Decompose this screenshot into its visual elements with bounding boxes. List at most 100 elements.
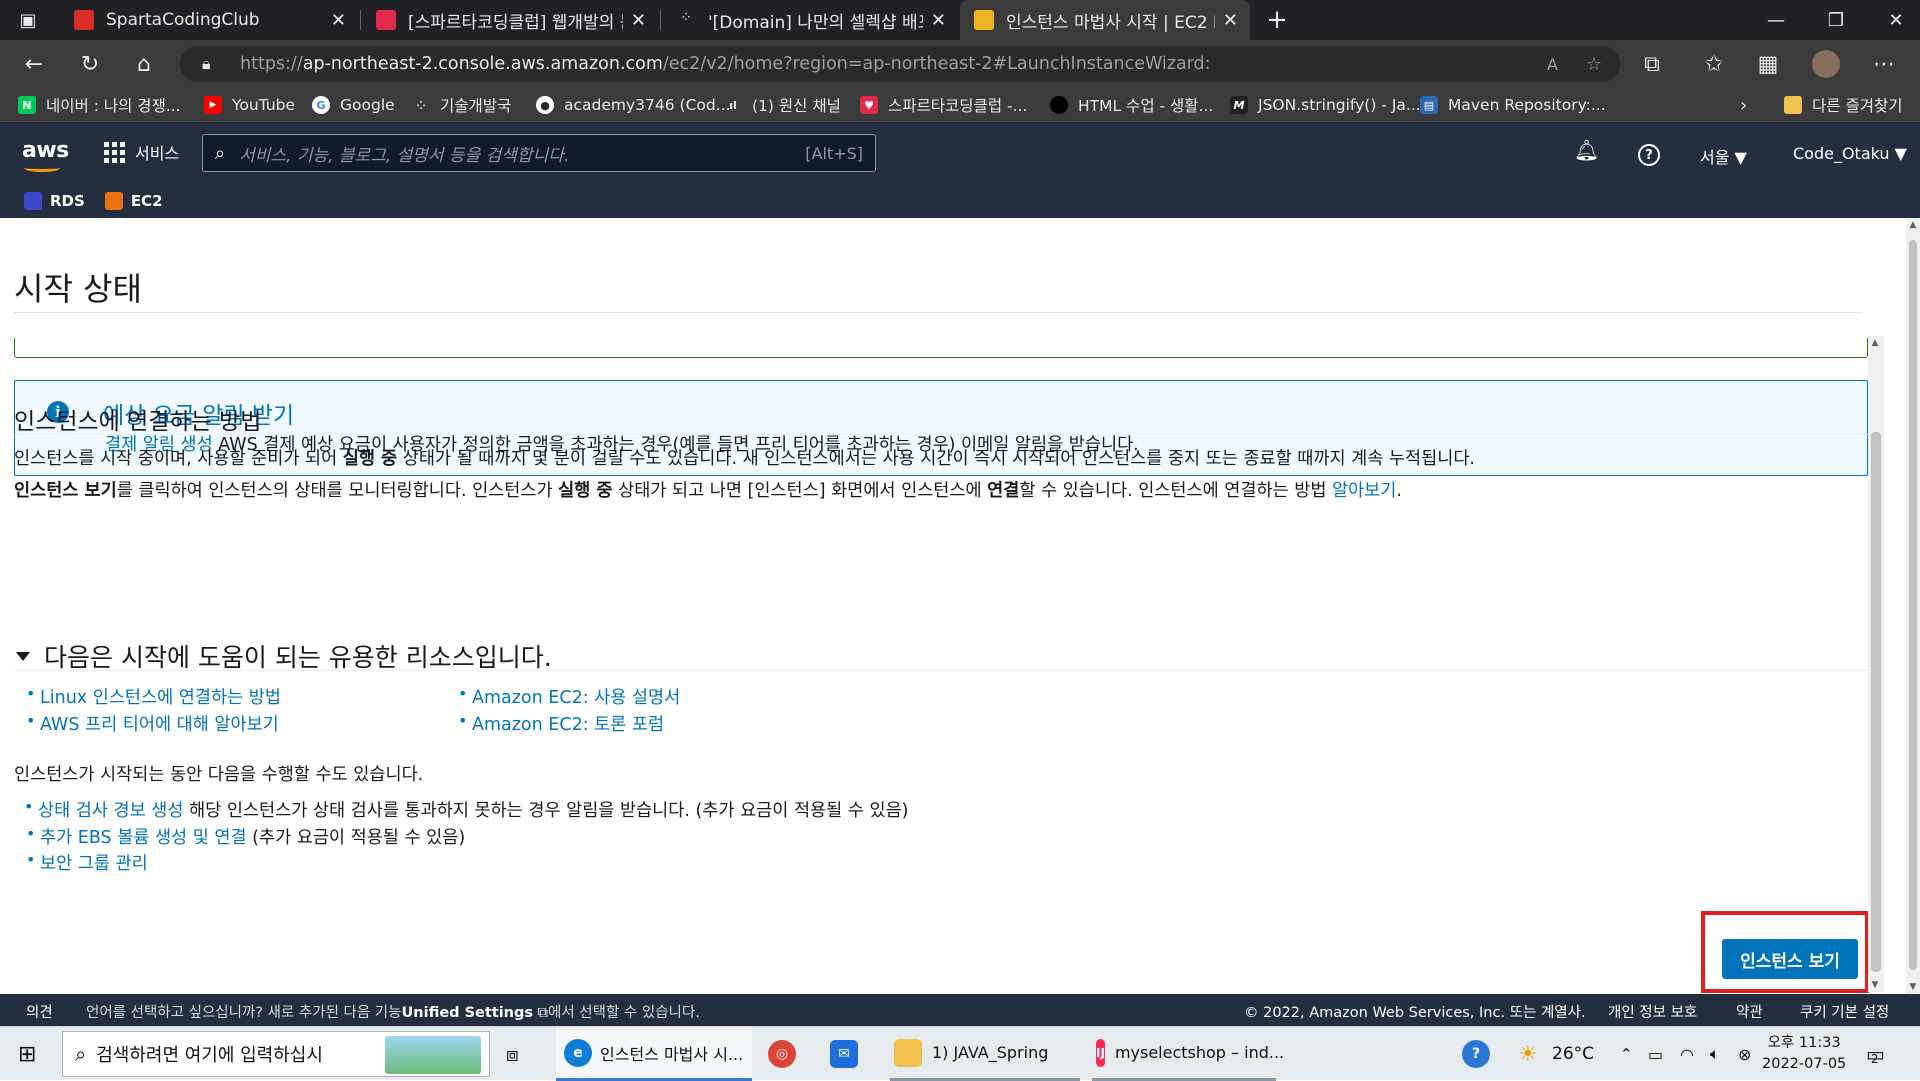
search-input[interactable]: ⌕ 서비스, 기능, 블로그, 설명서 등을 검색합니다. [Alt+S] [202,134,876,172]
favorites-bar: RDS EC2 [0,184,163,218]
panel-scrollbar[interactable]: ▲ ▼ [1868,336,1884,992]
lock-icon[interactable]: 🔒︎ [202,54,211,74]
windows-taskbar: ⊞ ⌕ 검색하려면 여기에 입력하십시 ⧈ e 인스턴스 마법사 시... ◎ … [0,1026,1920,1081]
region-selector[interactable]: 서울 ▼ [1700,144,1747,168]
folder-icon [894,1038,922,1067]
windows-start-icon[interactable]: ⊞ [18,1027,36,1081]
close-icon[interactable]: ✕ [331,10,346,31]
github-icon: ● [536,96,554,114]
copyright: © 2022, Amazon Web Services, Inc. 또는 계열사… [1244,1005,1586,1021]
scroll-up-icon[interactable]: ▲ [1906,218,1920,232]
tab-domain-deploy[interactable]: ⁘ '[Domain] 나만의 셀렉샵 배포하기 ✕ [662,0,958,40]
aws-console-header: aws 서비스 ⌕ 서비스, 기능, 블로그, 설명서 등을 검색합니다. [A… [0,122,1920,218]
bookmark-maven[interactable]: ▤ Maven Repository:... [1420,88,1606,122]
bookmarks-overflow-icon[interactable]: › [1740,88,1747,122]
bookmark-json-stringify[interactable]: M JSON.stringify() - Ja... [1230,88,1421,122]
resource-link[interactable]: Amazon EC2: 토론 포럼 [472,715,664,735]
favorite-ec2[interactable]: EC2 [104,192,163,210]
favorite-rds[interactable]: RDS [24,192,85,210]
back-icon[interactable]: ← [16,46,52,82]
favorites-icon[interactable]: ✩ [1696,46,1732,82]
taskbar-app-mail[interactable]: ✉ [830,1027,858,1081]
create-ebs-volume-link[interactable]: 추가 EBS 볼륨 생성 및 연결 [40,828,247,848]
profile-avatar[interactable] [1808,46,1844,82]
spartacoding-icon [74,10,94,30]
minimize-icon[interactable]: — [1746,0,1806,40]
tab-spartacodingclub[interactable]: SpartaCodingClub ✕ [60,0,358,40]
create-status-alarm-link[interactable]: 상태 검사 경보 생성 [38,801,184,821]
scroll-up-icon[interactable]: ▲ [1868,336,1882,350]
taskbar-app-edge[interactable]: e 인스턴스 마법사 시... [556,1027,752,1081]
bookmark-sparta[interactable]: ♥ 스파르타코딩클럽 -... [860,88,1027,122]
weather-icon[interactable]: ☀ [1518,1027,1538,1081]
help-icon[interactable]: ? [1638,144,1660,166]
wifi-icon[interactable]: ◠ [1680,1027,1694,1081]
main-content: 시작 상태 i 예상 요금 알림 받기 결제 알림 생성 AWS 결제 예상 요… [0,218,1906,994]
tray-device-icon[interactable]: ▭ [1648,1027,1663,1081]
manage-security-groups-link[interactable]: 보안 그룹 관리 [40,854,148,874]
weather-temperature[interactable]: 26°C [1552,1027,1594,1081]
close-icon[interactable]: ✕ [1223,10,1238,31]
language-notice: 언어를 선택하고 싶으십니까? 새로 추가된 다음 기능Unified Sett… [86,1005,700,1021]
bookmark-techdev[interactable]: ⁘ 기술개발국 [412,88,511,122]
mute-icon[interactable]: ⊗ [1738,1027,1751,1081]
read-aloud-icon[interactable]: A [1547,55,1558,74]
task-view-icon[interactable]: ⧈ [506,1027,519,1081]
volume-icon[interactable]: 🔈︎ [1710,1027,1720,1081]
bookmark-naver[interactable]: N 네이버 : 나의 경쟁... [18,88,181,122]
page-scrollbar[interactable]: ▲ ▼ [1906,218,1920,994]
other-bookmarks[interactable]: 다른 즐겨찾기 [1784,88,1903,122]
resource-link[interactable]: Linux 인스턴스에 연결하는 방법 [40,688,281,708]
account-menu[interactable]: Code_Otaku ▼ [1793,144,1907,163]
taskbar-app-intellij[interactable]: IJ myselectshop – ind... [1092,1027,1284,1081]
tab-actions-icon[interactable]: ▣ [0,0,56,40]
learn-more-link[interactable]: 알아보기 [1332,481,1396,501]
extensions-icon[interactable]: ⧉ [1634,46,1670,82]
taskbar-clock[interactable]: 오후 11:33 2022-07-05 [1762,1033,1846,1075]
bookmark-youtube[interactable]: ▶ YouTube [204,88,295,122]
resources-expander[interactable]: 다음은 시작에 도움이 되는 유용한 리소스입니다. [14,638,552,674]
bookmark-html-class[interactable]: HTML 수업 - 생활... [1050,88,1213,122]
notification-icon[interactable]: ▭ 2 [1866,1027,1885,1081]
new-tab-icon[interactable]: + [1252,0,1302,40]
while-heading: 인스턴스가 시작되는 동안 다음을 수행할 수도 있습니다. [14,765,424,785]
unified-settings-link[interactable]: Unified Settings [402,1005,534,1021]
home-icon[interactable]: ⌂ [126,46,162,82]
tray-chevron-icon[interactable]: ⌃ [1620,1027,1633,1081]
feedback-link[interactable]: 의견 [26,1001,53,1022]
list-item: 추가 EBS 볼륨 생성 및 연결 (추가 요금이 적용될 수 있음) [26,824,465,849]
view-instances-button[interactable]: 인스턴스 보기 [1722,939,1858,979]
terms-link[interactable]: 약관 [1736,1001,1763,1022]
help-icon[interactable]: ? [1462,1027,1490,1081]
tab-sparta-webdev[interactable]: [스파르타코딩클럽] 웹개발의 봄, S ✕ [362,0,658,40]
more-menu-icon[interactable]: ⋯ [1866,46,1902,82]
collections-icon[interactable]: ▦ [1750,46,1786,82]
list-item: Amazon EC2: 토론 포럼 [458,711,664,736]
bookmark-github[interactable]: ● academy3746 (Cod... [536,88,731,122]
tab-ec2-wizard[interactable]: 인스턴스 마법사 시작 | EC2 Manag ✕ [960,0,1250,40]
resource-link[interactable]: AWS 프리 티어에 대해 알아보기 [40,715,279,735]
taskbar-app-explorer[interactable]: 1) JAVA_Spring [890,1027,1080,1081]
close-icon[interactable]: ✕ [631,10,646,31]
url-field[interactable]: 🔒︎ https://ap-northeast-2.console.aws.am… [180,46,1620,82]
scroll-down-icon[interactable]: ▼ [1906,980,1920,994]
restore-icon[interactable]: ❐ [1806,0,1866,40]
privacy-link[interactable]: 개인 정보 보호 [1608,1001,1697,1022]
bell-icon[interactable]: 🔔︎ [1574,138,1599,162]
external-link-icon: ⧉ [533,1005,548,1021]
bookmark-google[interactable]: G Google [312,88,395,122]
resource-link[interactable]: Amazon EC2: 사용 설명서 [472,688,680,708]
services-menu-button[interactable]: 서비스 [104,140,179,164]
add-favorite-icon[interactable]: ☆ [1586,54,1602,75]
taskbar-search-input[interactable]: ⌕ 검색하려면 여기에 입력하십시 [62,1031,490,1077]
window-close-icon[interactable]: ✕ [1866,0,1920,40]
bookmark-genshin[interactable]: ıl (1) 원신 채널 [724,88,841,122]
list-item: AWS 프리 티어에 대해 알아보기 [26,711,279,736]
close-icon[interactable]: ✕ [931,10,946,31]
aws-cube-icon [974,10,994,30]
taskbar-app-chrome[interactable]: ◎ [768,1027,796,1081]
aws-logo[interactable]: aws [22,138,69,172]
scroll-down-icon[interactable]: ▼ [1868,978,1882,992]
refresh-icon[interactable]: ↻ [72,46,108,82]
cookie-preferences-link[interactable]: 쿠키 기본 설정 [1800,1001,1889,1022]
